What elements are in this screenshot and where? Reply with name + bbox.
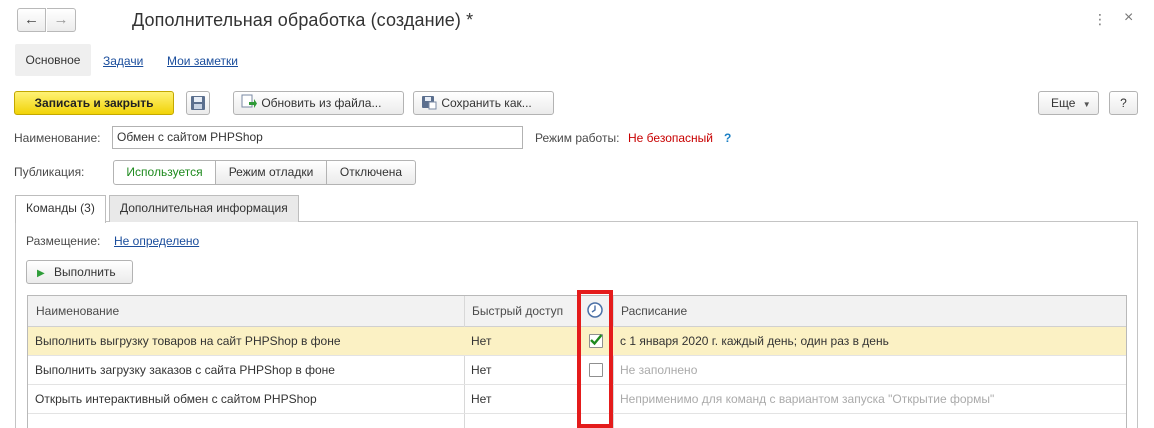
forward-button[interactable]: → xyxy=(47,8,76,32)
cell-schedule[interactable]: Не заполнено xyxy=(613,356,1126,385)
highlight-frame xyxy=(577,290,613,428)
section-link-notes[interactable]: Мои заметки xyxy=(167,54,238,68)
cell-quick-access: Нет xyxy=(471,334,492,348)
placement-link[interactable]: Не определено xyxy=(114,234,199,248)
chevron-down-icon: ▼ xyxy=(1082,100,1091,109)
save-and-close-button[interactable]: Записать и закрыть xyxy=(14,91,174,115)
arrow-right-icon: → xyxy=(53,11,69,28)
help-button[interactable]: ? xyxy=(1109,91,1138,115)
cell-command-name: Выполнить выгрузку товаров на сайт PHPSh… xyxy=(35,334,341,348)
placement-label: Размещение: xyxy=(26,234,101,248)
mode-label: Режим работы: xyxy=(535,131,620,145)
save-as-label: Сохранить как... xyxy=(441,96,532,110)
save-as-button[interactable]: Сохранить как... xyxy=(413,91,554,115)
cell-command-name: Открыть интерактивный обмен с сайтом PHP… xyxy=(35,392,317,406)
cell-quick-access: Нет xyxy=(471,363,492,377)
column-header-quick-access[interactable]: Быстрый доступ xyxy=(464,296,578,327)
column-header-schedule[interactable]: Расписание xyxy=(613,296,1126,327)
update-from-file-label: Обновить из файла... xyxy=(261,96,382,110)
close-icon[interactable]: × xyxy=(1124,9,1133,27)
arrow-left-icon: ← xyxy=(24,11,39,28)
mode-value: Не безопасный xyxy=(628,131,713,145)
publication-option-disabled[interactable]: Отключена xyxy=(326,160,416,185)
cell-schedule: Неприменимо для команд с вариантом запус… xyxy=(620,392,995,406)
section-tab-main[interactable]: Основное xyxy=(15,44,91,76)
play-icon: ▶ xyxy=(37,268,45,279)
name-label: Наименование: xyxy=(14,131,101,145)
tab-additional-info[interactable]: Дополнительная информация xyxy=(109,195,299,222)
floppy-disk-icon xyxy=(191,96,205,111)
update-from-file-button[interactable]: Обновить из файла... xyxy=(233,91,404,115)
more-vertical-icon[interactable]: ⋮ xyxy=(1093,10,1107,28)
publication-label: Публикация: xyxy=(14,165,85,179)
save-button[interactable] xyxy=(186,91,210,115)
cell-quick-access: Нет xyxy=(471,392,492,406)
update-from-file-icon xyxy=(241,94,257,109)
column-header-name[interactable]: Наименование xyxy=(28,296,464,327)
more-menu-label: Еще xyxy=(1051,96,1076,110)
section-link-tasks[interactable]: Задачи xyxy=(103,54,143,68)
run-button[interactable]: ▶ Выполнить xyxy=(26,260,133,284)
name-field[interactable]: Обмен с сайтом PHPShop xyxy=(112,126,523,149)
cell-schedule[interactable]: с 1 января 2020 г. каждый день; один раз… xyxy=(613,327,1126,356)
tab-commands[interactable]: Команды (3) xyxy=(15,195,106,223)
mode-help-link[interactable]: ? xyxy=(724,131,731,145)
window-title: Дополнительная обработка (создание) * xyxy=(132,10,474,30)
cell-command-name: Выполнить загрузку заказов с сайта PHPSh… xyxy=(35,363,335,377)
publication-option-used[interactable]: Используется xyxy=(113,160,216,185)
run-button-label: Выполнить xyxy=(54,265,116,279)
publication-option-debug[interactable]: Режим отладки xyxy=(215,160,327,185)
more-menu-button[interactable]: Еще ▼ xyxy=(1038,91,1099,115)
back-button[interactable]: ← xyxy=(17,8,46,32)
save-as-icon xyxy=(422,96,437,110)
